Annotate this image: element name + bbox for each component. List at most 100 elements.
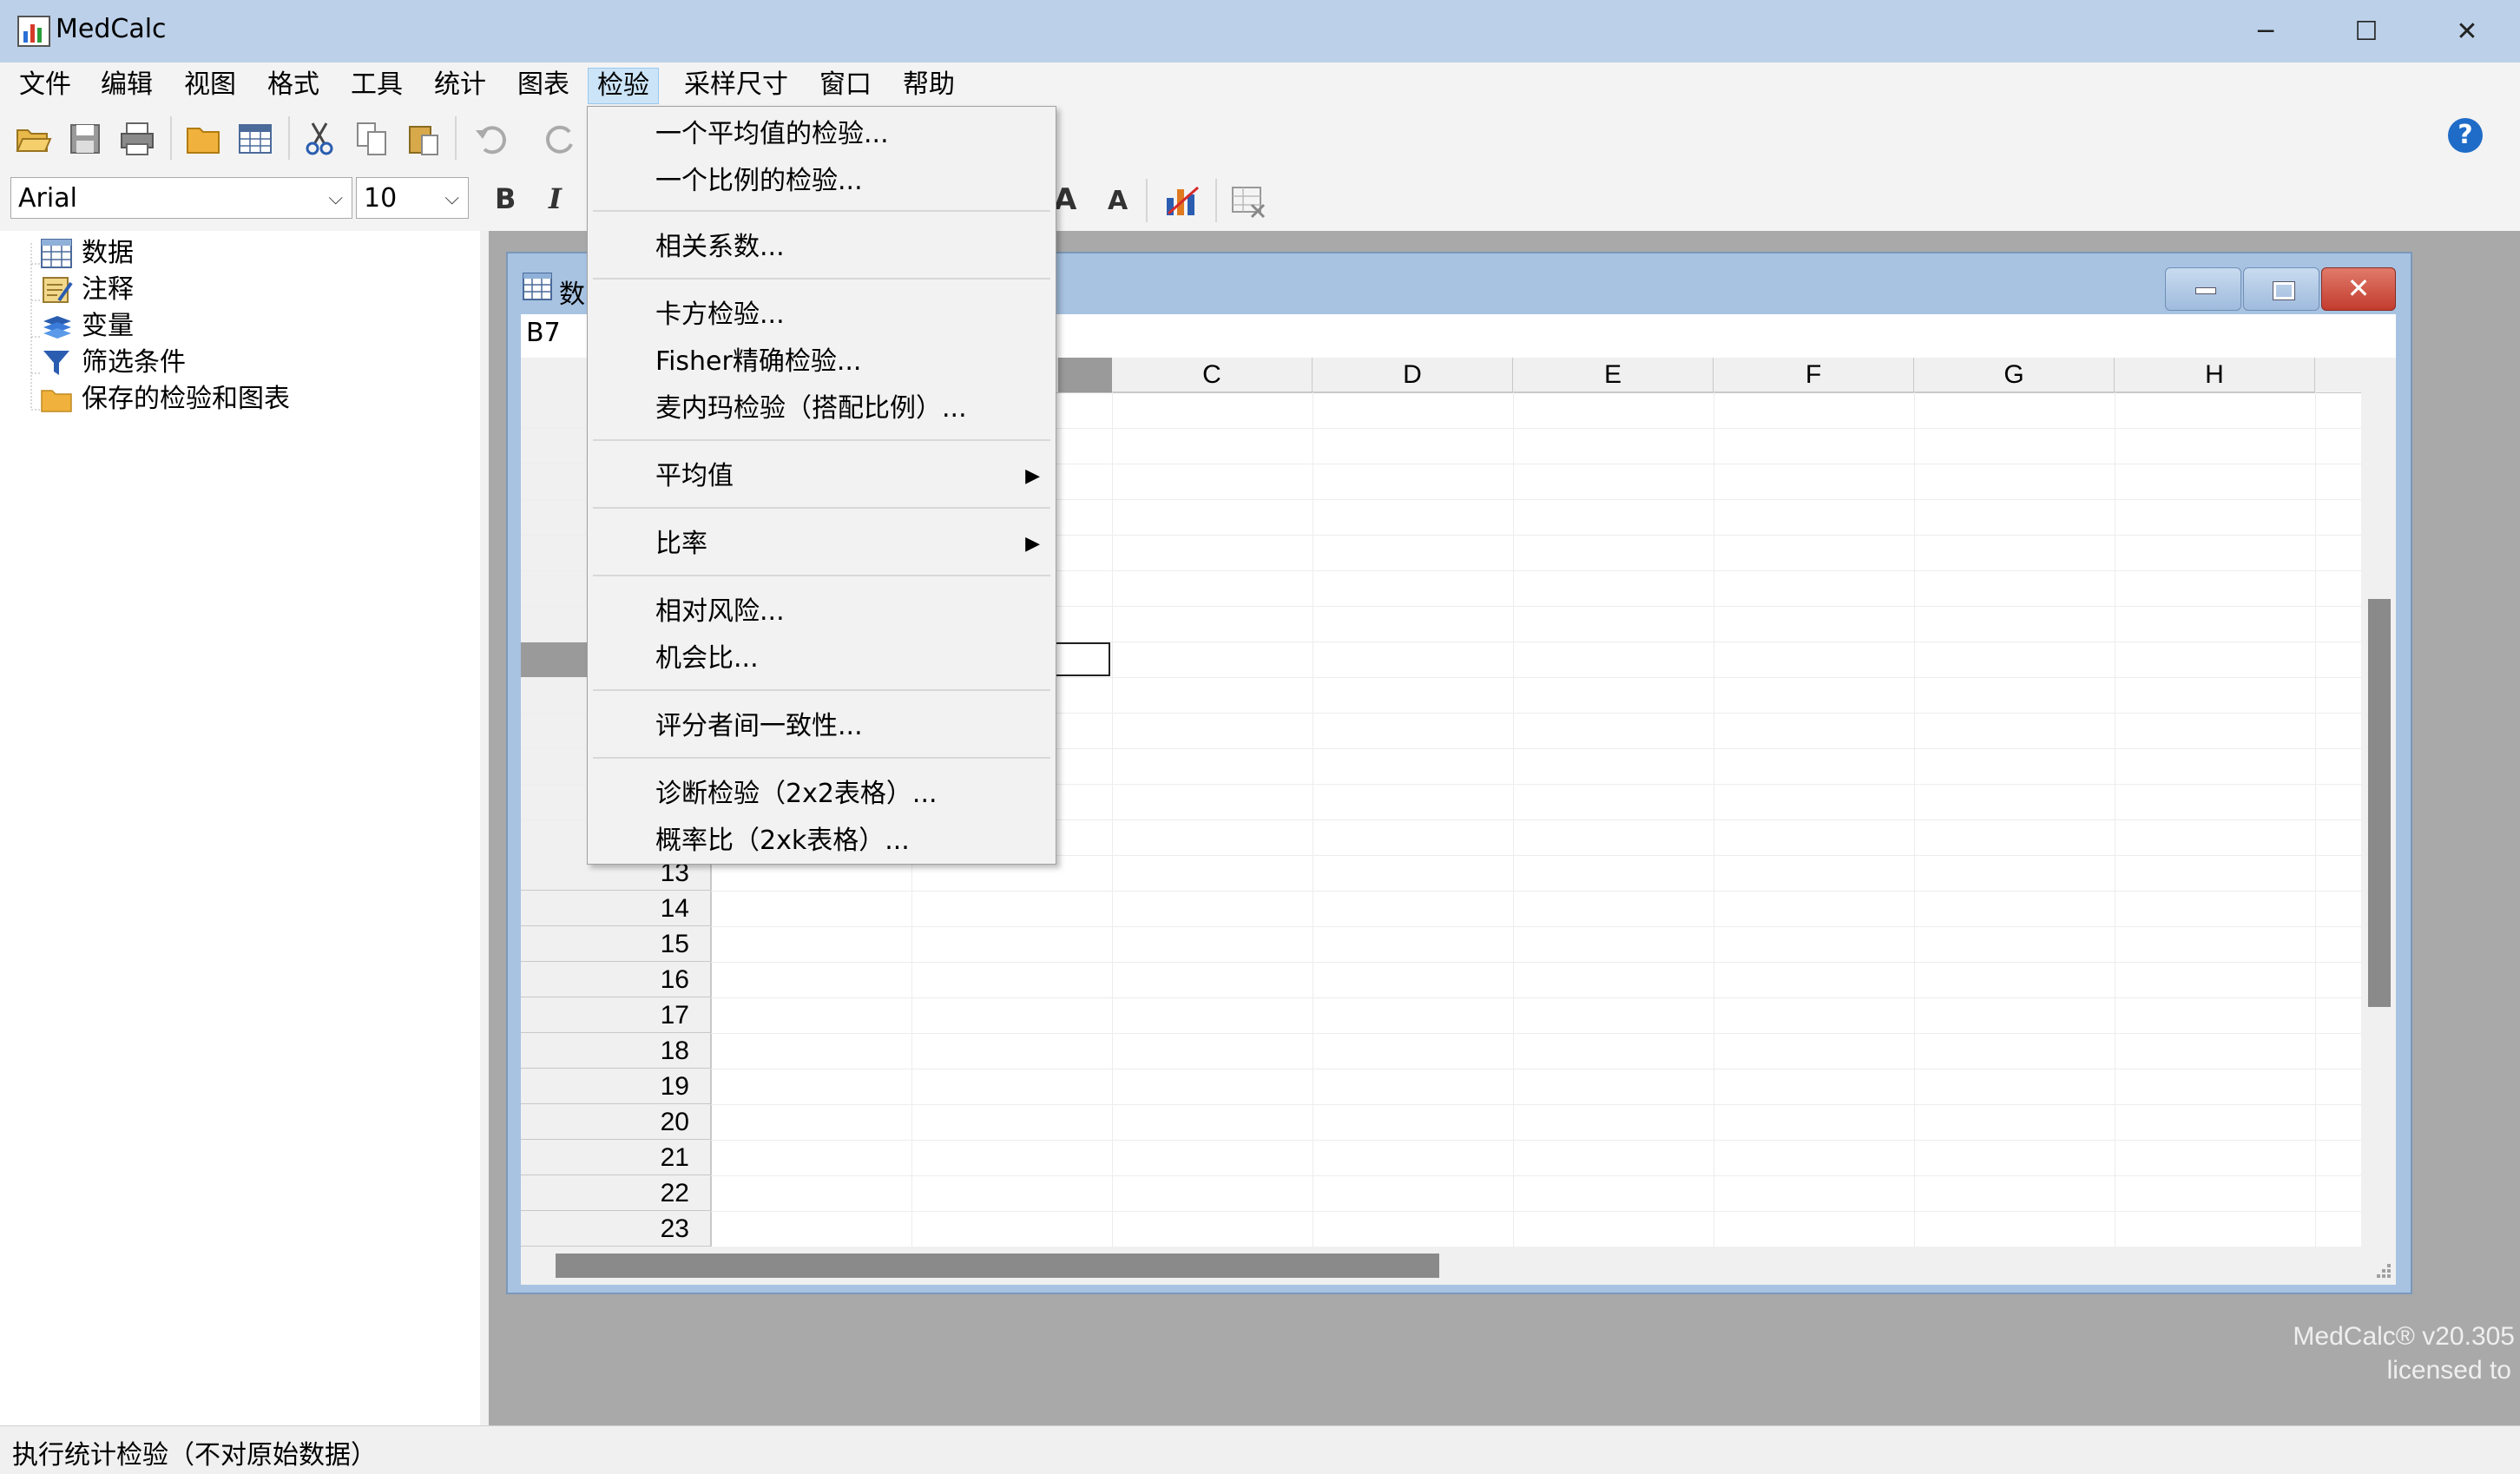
menu-item-mcnemar-test[interactable]: 麦内玛检验（搭配比例）... (588, 386, 1056, 431)
row-header-22[interactable]: 22 (521, 1175, 711, 1211)
gridline (521, 1033, 2361, 1034)
tree-item-label: 变量 (82, 311, 134, 341)
row-header-21[interactable]: 21 (521, 1140, 711, 1175)
tree-item-variables[interactable]: 变量 (17, 309, 365, 344)
tree-item-filters[interactable]: 筛选条件 (17, 345, 365, 380)
minimize-button[interactable]: ─ (2215, 0, 2316, 63)
variables-icon (43, 316, 71, 339)
column-header-e[interactable]: E (1513, 358, 1714, 392)
menu-edit[interactable]: 编辑 (92, 68, 161, 102)
menu-separator (593, 278, 1050, 280)
toolbar-separator (1146, 179, 1148, 222)
tree-item-data[interactable]: 数据 (17, 236, 365, 271)
maximize-button[interactable]: ☐ (2316, 0, 2417, 63)
folder-icon[interactable] (184, 120, 222, 158)
column-header-c[interactable]: C (1112, 358, 1313, 392)
menu-item-diagnostic-test-2x2[interactable]: 诊断检验（2x2表格）... (588, 772, 1056, 817)
bold-button[interactable]: B (495, 182, 516, 215)
menu-statistics[interactable]: 统计 (425, 68, 495, 102)
menu-item-rates-submenu[interactable]: 比率 ▶ (588, 522, 1056, 567)
open-icon[interactable] (14, 120, 52, 158)
menu-graphs[interactable]: 图表 (509, 68, 578, 102)
row-header-19[interactable]: 19 (521, 1069, 711, 1104)
undo-icon[interactable] (472, 120, 510, 158)
font-name-combo[interactable]: Arial ⌵ (10, 177, 352, 219)
menu-tests[interactable]: 检验 (588, 68, 659, 104)
menu-item-inter-rater-agreement[interactable]: 评分者间一致性... (588, 704, 1056, 749)
help-icon[interactable]: ? (2448, 118, 2483, 153)
print-icon[interactable] (118, 120, 156, 158)
shrink-font-button[interactable]: A (1108, 186, 1128, 216)
standard-toolbar: ? (0, 106, 2520, 171)
cut-icon[interactable] (300, 120, 339, 158)
row-header-15[interactable]: 15 (521, 926, 711, 962)
menu-item-label: 卡方检验... (655, 299, 785, 330)
column-header-h[interactable]: H (2115, 358, 2315, 392)
font-size-combo[interactable]: 10 ⌵ (356, 177, 469, 219)
refresh-icon[interactable] (540, 120, 578, 158)
column-header-d[interactable]: D (1313, 358, 1513, 392)
toolbar-separator (288, 116, 290, 160)
horizontal-scroll-thumb[interactable] (556, 1254, 1439, 1278)
menu-item-odds-ratio[interactable]: 机会比... (588, 636, 1056, 681)
menu-item-means-submenu[interactable]: 平均值 ▶ (588, 454, 1056, 499)
close-icon: ✕ (2346, 272, 2371, 305)
menu-window[interactable]: 窗口 (811, 68, 880, 102)
menu-item-label: Fisher精确检验... (655, 346, 862, 377)
row-header-14[interactable]: 14 (521, 891, 711, 926)
child-minimize-button[interactable] (2165, 267, 2241, 311)
panel-splitter[interactable] (480, 231, 489, 1425)
menu-item-label: 一个平均值的检验... (655, 119, 889, 149)
row-header-20[interactable]: 20 (521, 1104, 711, 1140)
title-bar: MedCalc ─ ☐ ✕ (0, 0, 2520, 63)
menu-item-label: 机会比... (655, 643, 759, 674)
column-header-f[interactable]: F (1714, 358, 1914, 392)
menu-item-one-proportion-test[interactable]: 一个比例的检验... (588, 159, 1056, 204)
grow-font-button[interactable]: A (1054, 182, 1076, 217)
menu-format[interactable]: 格式 (259, 68, 328, 102)
child-restore-button[interactable] (2243, 267, 2319, 311)
gridline (521, 997, 2361, 998)
italic-button[interactable]: I (549, 182, 562, 215)
menu-separator (593, 689, 1050, 691)
chevron-down-icon: ⌵ (444, 188, 459, 209)
tests-dropdown-menu: 一个平均值的检验... 一个比例的检验... 相关系数... 卡方检验... F… (587, 106, 1056, 865)
close-button[interactable]: ✕ (2417, 0, 2517, 63)
row-header-16[interactable]: 16 (521, 962, 711, 997)
gridline (521, 926, 2361, 927)
menu-item-one-mean-test[interactable]: 一个平均值的检验... (588, 112, 1056, 157)
menu-sample-size[interactable]: 采样尺寸 (675, 68, 797, 102)
menu-item-relative-risk[interactable]: 相对风险... (588, 589, 1056, 635)
save-icon[interactable] (66, 120, 104, 158)
tree-item-saved-tests-and-graphs[interactable]: 保存的检验和图表 (17, 382, 365, 417)
row-header-17[interactable]: 17 (521, 997, 711, 1033)
vertical-scroll-thumb[interactable] (2368, 599, 2391, 1007)
menu-item-label: 诊断检验（2x2表格）... (655, 779, 938, 809)
spreadsheet-icon[interactable] (236, 120, 274, 158)
column-header-g[interactable]: G (1914, 358, 2115, 392)
menu-item-chi-squared-test[interactable]: 卡方检验... (588, 293, 1056, 338)
copy-icon[interactable] (352, 120, 391, 158)
resize-grip-icon[interactable] (2361, 1247, 2396, 1285)
paste-icon[interactable] (405, 120, 443, 158)
menu-file[interactable]: 文件 (10, 68, 80, 102)
spreadsheet-icon (523, 273, 552, 300)
license-watermark: licensed to (2386, 1356, 2511, 1385)
menu-item-fisher-exact-test[interactable]: Fisher精确检验... (588, 339, 1056, 385)
menu-item-correlation-coefficient[interactable]: 相关系数... (588, 225, 1056, 270)
close-icon: ✕ (2456, 16, 2478, 47)
row-header-23[interactable]: 23 (521, 1211, 711, 1247)
child-close-button[interactable]: ✕ (2321, 267, 2396, 311)
filter-icon (43, 351, 69, 375)
menu-item-label: 一个比例的检验... (655, 166, 863, 196)
tree-item-notes[interactable]: 注释 (17, 273, 365, 307)
row-header-18[interactable]: 18 (521, 1033, 711, 1069)
menu-tools[interactable]: 工具 (342, 68, 411, 102)
menu-help[interactable]: 帮助 (894, 68, 964, 102)
gridline (521, 962, 2361, 963)
chart-icon[interactable] (1163, 181, 1201, 219)
menu-view[interactable]: 视图 (175, 68, 245, 102)
menu-item-likelihood-ratios-2xk[interactable]: 概率比（2xk表格）... (588, 819, 1056, 864)
minimize-icon: ─ (2257, 16, 2274, 47)
clear-table-icon[interactable] (1229, 182, 1267, 220)
